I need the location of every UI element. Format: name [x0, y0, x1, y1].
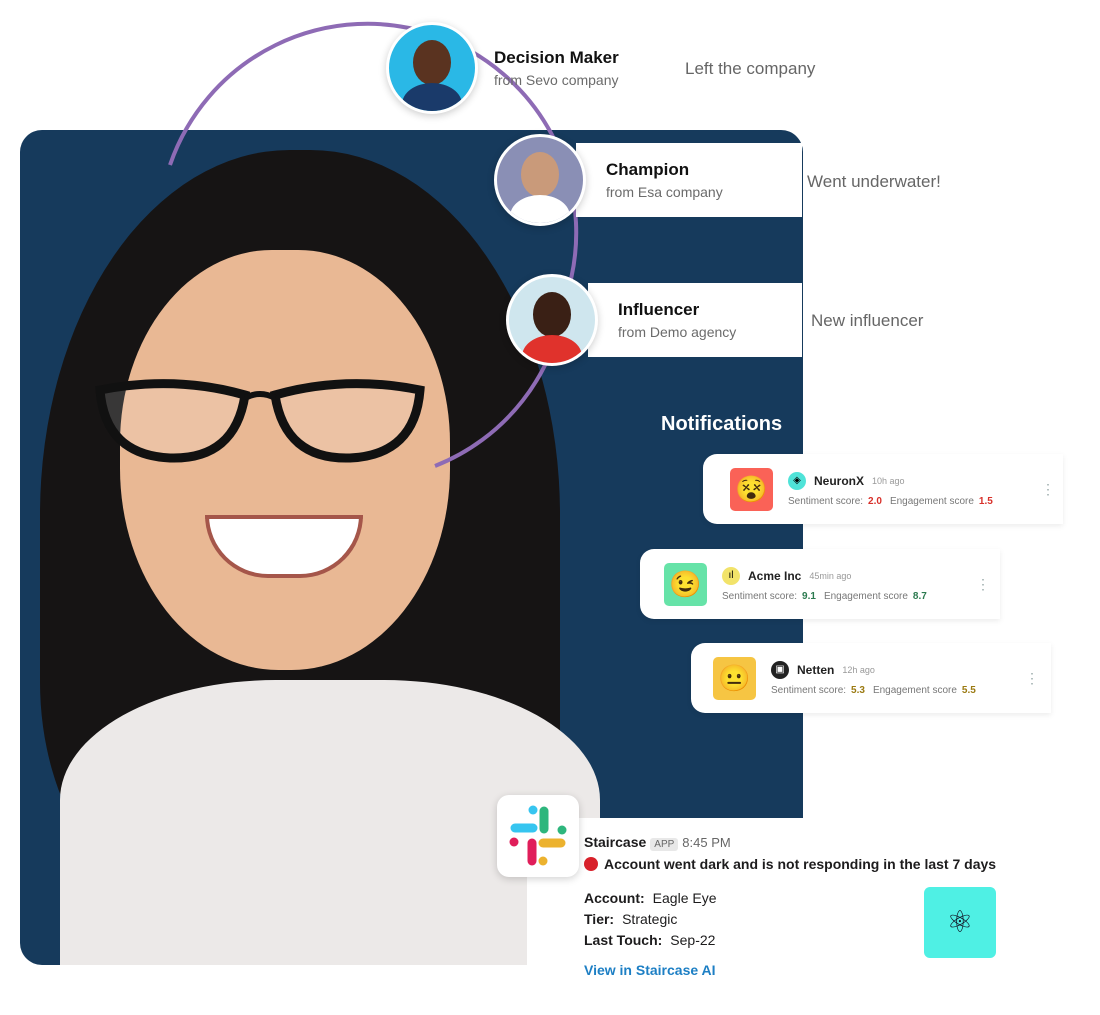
field-account: Account: Eagle Eye — [584, 890, 717, 906]
sentiment-label: Sentiment score: — [788, 495, 864, 507]
netten-logo-icon: ▣ — [771, 660, 789, 679]
sender-name: Staircase — [584, 834, 647, 850]
avatar — [494, 134, 586, 226]
person-decision-maker[interactable]: Decision Maker from Sevo company — [386, 22, 619, 114]
sentiment-score: 2.0 — [868, 495, 882, 507]
alert-message: Account went dark and is not responding … — [604, 856, 997, 872]
notification-card[interactable]: 😉 ıl Acme Inc 45min ago Sentiment score: 9.… — [640, 549, 1000, 619]
sentiment-score: 5.3 — [851, 684, 865, 696]
wink-face-icon: 😉 — [664, 562, 707, 606]
person-role: Decision Maker — [494, 48, 619, 67]
person-company: from Demo agency — [618, 324, 737, 340]
engagement-score: 8.7 — [912, 590, 927, 602]
person-status: Went underwater! — [807, 172, 941, 191]
field-tier: Tier: Strategic — [584, 911, 678, 927]
dizzy-face-icon: 😵 — [730, 467, 773, 511]
person-company: from Esa company — [606, 184, 723, 200]
notification-card[interactable]: 😐 ▣ Netten 12h ago Sentiment score: 5.3 Enga… — [691, 643, 1051, 713]
field-last-touch: Last Touch: Sep-22 — [584, 932, 716, 948]
engagement-label: Engagement score — [872, 684, 957, 696]
acme-logo-icon: ıl — [722, 566, 740, 585]
view-in-staircase-link[interactable]: View in Staircase AI — [584, 962, 716, 978]
engagement-label: Engagement score — [889, 495, 974, 507]
red-circle-icon — [584, 857, 598, 871]
avatar — [386, 22, 478, 114]
sentiment-label: Sentiment score: — [771, 684, 847, 696]
sentiment-score: 9.1 — [802, 590, 816, 602]
person-role: Champion — [606, 160, 690, 179]
person-status: Left the company — [685, 59, 816, 78]
slack-logo-icon — [497, 795, 579, 877]
message-time: 8:45 PM — [682, 835, 731, 850]
notifications-title: Notifications — [661, 413, 783, 435]
more-options-icon[interactable]: ⋮ — [976, 576, 990, 593]
more-options-icon[interactable]: ⋮ — [1025, 670, 1039, 687]
person-role: Influencer — [618, 300, 700, 319]
notification-card[interactable]: 😵 ◈ NeuronX 10h ago Sentiment score: 2.0 Eng… — [703, 454, 1063, 524]
engagement-label: Engagement score — [823, 590, 908, 602]
time: 45min ago — [809, 570, 852, 581]
more-options-icon[interactable]: ⋮ — [1041, 481, 1055, 498]
avatar — [506, 274, 598, 366]
company-name: Acme Inc — [748, 568, 802, 583]
person-influencer[interactable]: Influencer from Demo agency — [506, 274, 802, 366]
staircase-logo-icon: ⚛ — [946, 906, 974, 939]
person-company: from Sevo company — [494, 72, 619, 88]
company-name: NeuronX — [814, 473, 865, 488]
neutral-face-icon: 😐 — [713, 656, 756, 700]
time: 12h ago — [842, 664, 875, 675]
company-name: Netten — [797, 662, 835, 677]
time: 10h ago — [872, 475, 905, 486]
person-champion[interactable]: Champion from Esa company — [494, 134, 802, 226]
engagement-score: 1.5 — [978, 495, 993, 507]
staircase-logo-button[interactable]: ⚛ — [924, 887, 996, 958]
app-badge: APP — [650, 838, 679, 851]
engagement-score: 5.5 — [961, 684, 976, 696]
neuronx-logo-icon: ◈ — [788, 471, 806, 490]
sentiment-label: Sentiment score: — [722, 590, 798, 602]
person-status: New influencer — [811, 311, 924, 330]
